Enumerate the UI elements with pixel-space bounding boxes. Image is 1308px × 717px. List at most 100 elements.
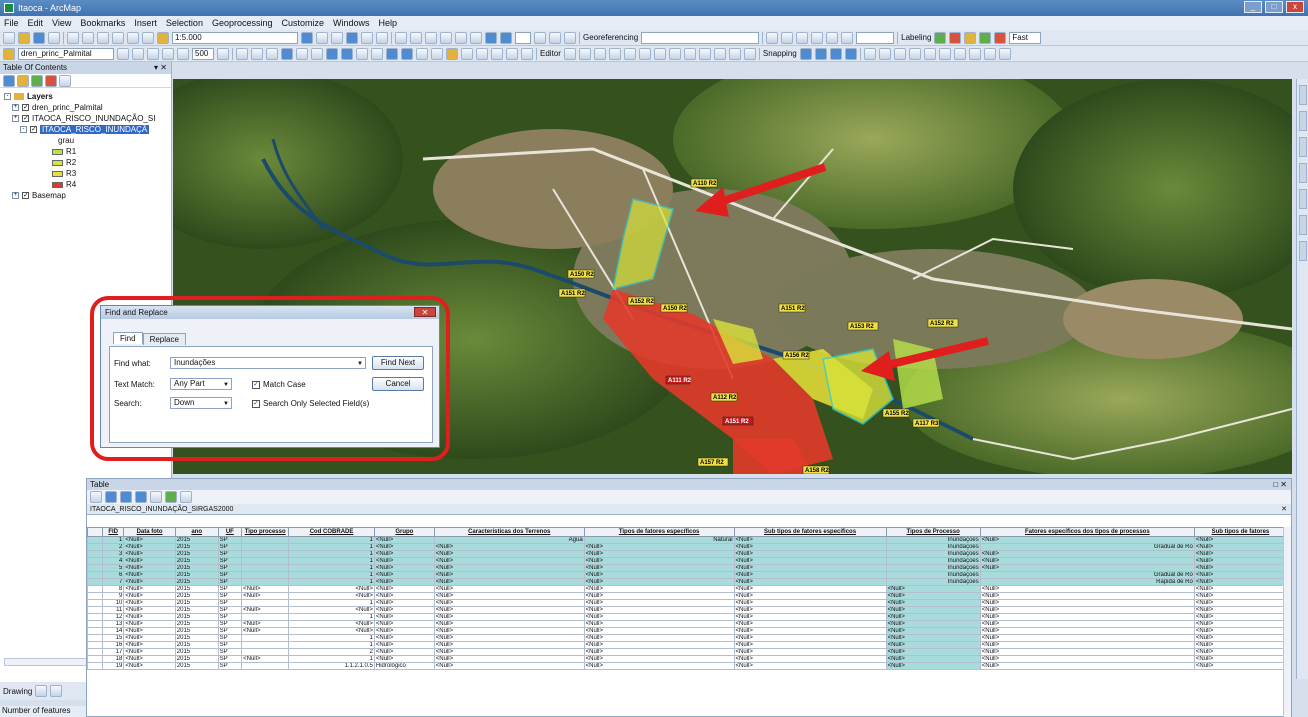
python-tab[interactable] — [1298, 189, 1307, 209]
label-tool-icon[interactable] — [979, 31, 992, 44]
table-cell[interactable]: <Null> — [373, 585, 435, 593]
table-cell[interactable]: <Null> — [733, 592, 887, 600]
table-cell[interactable]: <Null> — [123, 655, 176, 663]
table-row[interactable]: 8 <Null> 2015 SP <Null> <Null> <Null> <Null> <Nu… — [87, 585, 1288, 593]
zoom-in-icon[interactable] — [236, 47, 248, 60]
python-icon[interactable] — [376, 31, 388, 44]
table-cell[interactable]: <Null> — [583, 550, 735, 558]
table-cell[interactable]: SP — [217, 592, 243, 600]
clear-selection-icon[interactable] — [371, 47, 383, 60]
table-cell[interactable]: Água — [433, 536, 585, 544]
table-cell[interactable] — [241, 613, 290, 621]
table-cell[interactable]: <Null> — [979, 557, 1195, 565]
table-cell[interactable]: 12 — [101, 613, 125, 621]
table-row[interactable]: 10 <Null> 2015 SP 1 <Null> <Null> <Null> <Null> <… — [87, 599, 1288, 607]
table-cell[interactable]: 1 — [288, 543, 375, 551]
add-data-icon[interactable] — [157, 31, 169, 44]
open-icon[interactable] — [18, 31, 30, 44]
column-header[interactable]: UF — [217, 527, 243, 537]
find-next-button[interactable]: Find Next — [372, 356, 424, 370]
table-cell[interactable]: 2015 — [174, 585, 219, 593]
table-cell[interactable]: <Null> — [373, 620, 435, 628]
table-cell[interactable]: <Null> — [123, 662, 176, 670]
table-cell[interactable]: <Null> — [433, 585, 585, 593]
table-cell[interactable]: <Null> — [885, 634, 981, 642]
legend-item[interactable]: R2 — [4, 157, 171, 168]
table-cell[interactable]: <Null> — [373, 641, 435, 649]
table-cell[interactable]: <Null> — [583, 648, 735, 656]
table-cell[interactable]: Hidrológico — [373, 662, 435, 670]
table-layer-tab[interactable]: ITAOCA_RISCO_INUNDAÇÃO_SIRGAS2000 ✕ — [87, 504, 1291, 515]
table-cell[interactable]: <Null> — [979, 634, 1195, 642]
table-cell[interactable]: <Null> — [979, 550, 1195, 558]
point-snap-icon[interactable] — [799, 47, 812, 60]
collapse-icon[interactable]: - — [20, 126, 27, 133]
column-header[interactable]: Grupo — [373, 527, 435, 537]
table-cell[interactable]: <Null> — [733, 550, 887, 558]
table-cell[interactable]: 2015 — [174, 634, 219, 642]
table-cell[interactable] — [241, 564, 290, 572]
table-cell[interactable]: <Null> — [733, 571, 887, 579]
table-cell[interactable]: <Null> — [1193, 585, 1288, 593]
chevron-down-icon[interactable]: ▼ — [357, 359, 363, 369]
label-tool-icon[interactable] — [934, 31, 947, 44]
table-cell[interactable]: <Null> — [733, 606, 887, 614]
table-cell[interactable]: <Null> — [583, 620, 735, 628]
zoom-to-selected-icon[interactable] — [165, 491, 177, 503]
table-cell[interactable]: <Null> — [373, 564, 435, 572]
georef-tool-icon[interactable] — [811, 31, 824, 44]
row-selector[interactable] — [87, 620, 103, 628]
column-header[interactable]: Tipo processo — [241, 527, 290, 537]
table-cell[interactable]: 2015 — [174, 613, 219, 621]
text-match-select[interactable]: Any Part ▼ — [170, 378, 232, 390]
edit-tool-icon[interactable] — [668, 47, 681, 60]
go-to-xy-icon[interactable] — [491, 47, 503, 60]
table-cell[interactable]: 2015 — [174, 571, 219, 579]
back-icon[interactable] — [326, 47, 338, 60]
table-cell[interactable]: SP — [217, 662, 243, 670]
fast-combo[interactable]: Fast — [1009, 31, 1042, 44]
viewer-icon[interactable] — [521, 47, 533, 60]
table-cell[interactable]: SP — [217, 585, 243, 593]
table-cell[interactable]: <Null> — [123, 613, 176, 621]
table-cell[interactable]: <Null> — [583, 627, 735, 635]
table-cell[interactable]: <Null> — [373, 599, 435, 607]
table-cell[interactable]: Gradual de Ro — [979, 543, 1195, 551]
zoom-out-icon[interactable] — [251, 47, 263, 60]
full-extent-icon[interactable] — [281, 47, 293, 60]
table-cell[interactable]: 2015 — [174, 557, 219, 565]
table-cell[interactable]: <Null> — [733, 641, 887, 649]
find-icon[interactable] — [461, 47, 473, 60]
menu-file[interactable]: File — [4, 18, 19, 28]
editor-toolbar-icon[interactable] — [301, 31, 313, 44]
print-icon[interactable] — [48, 31, 60, 44]
drawing-menu[interactable]: Drawing — [3, 687, 32, 696]
undo-icon[interactable] — [127, 31, 139, 44]
table-cell[interactable]: <Null> — [733, 585, 887, 593]
hyperlink-icon[interactable] — [416, 47, 428, 60]
table-cell[interactable]: 1 — [288, 550, 375, 558]
create-features-tab[interactable] — [1298, 241, 1307, 261]
topology-icon[interactable] — [983, 47, 996, 60]
column-header[interactable]: Sub tipos de fatores — [1193, 527, 1288, 537]
table-cell[interactable]: <Null> — [583, 571, 735, 579]
table-cell[interactable]: SP — [217, 627, 243, 635]
table-cell[interactable]: 2015 — [174, 641, 219, 649]
table-cell[interactable]: 11 — [101, 606, 125, 614]
table-cell[interactable]: 9 — [101, 592, 125, 600]
table-cell[interactable]: 1.1.2.1.0.5 — [288, 662, 375, 670]
select-elements-icon[interactable] — [386, 47, 398, 60]
table-cell[interactable]: 1 — [101, 536, 125, 544]
table-cell[interactable]: <Null> — [733, 620, 887, 628]
table-cell[interactable]: <Null> — [123, 585, 176, 593]
table-cell[interactable]: 2015 — [174, 662, 219, 670]
menu-bookmarks[interactable]: Bookmarks — [80, 18, 125, 28]
menu-geoprocessing[interactable]: Geoprocessing — [212, 18, 273, 28]
color-icon[interactable] — [485, 31, 497, 44]
table-cell[interactable]: <Null> — [123, 592, 176, 600]
toc-icon[interactable] — [316, 31, 328, 44]
close-button[interactable]: x — [1286, 1, 1304, 13]
minimize-button[interactable]: _ — [1244, 1, 1262, 13]
table-cell[interactable]: SP — [217, 620, 243, 628]
dropdown[interactable] — [515, 31, 531, 44]
